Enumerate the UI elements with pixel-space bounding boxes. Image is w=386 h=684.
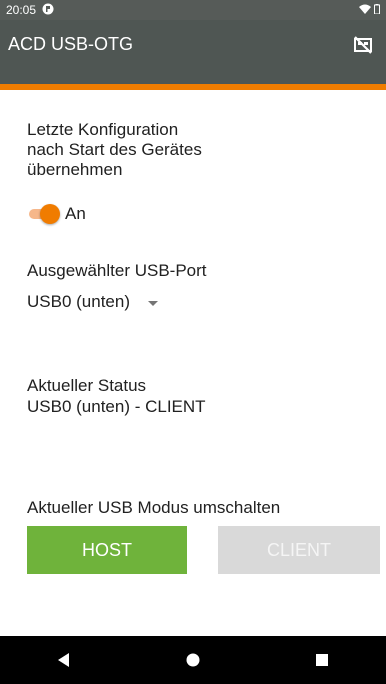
- wifi-icon: [359, 3, 371, 17]
- back-icon[interactable]: [44, 640, 84, 680]
- recents-icon[interactable]: [302, 640, 342, 680]
- status-heading: Aktueller Status: [27, 376, 147, 395]
- toggle-thumb: [40, 204, 60, 224]
- status-bar-right: [359, 3, 380, 17]
- dnd-circle-icon: [42, 3, 54, 18]
- toggle-switch[interactable]: [27, 204, 60, 224]
- mode-heading: Aktueller USB Modus umschalten: [27, 498, 281, 517]
- navigation-bar: [0, 636, 386, 684]
- autostart-toggle[interactable]: An: [27, 202, 86, 226]
- home-icon[interactable]: [173, 640, 213, 680]
- app-bar: ACD USB-OTG: [0, 20, 386, 84]
- autostart-label-line-1: Letzte Konfiguration: [27, 120, 179, 139]
- autostart-label-line-3: übernehmen: [27, 160, 123, 179]
- port-select-value: USB0 (unten): [27, 292, 130, 311]
- status-value: USB0 (unten) - CLIENT: [27, 397, 206, 416]
- dropdown-arrow-icon: [148, 292, 158, 312]
- status-time: 20:05: [6, 3, 37, 17]
- app-title: ACD USB-OTG: [8, 34, 134, 54]
- status-bar: 20:05: [0, 0, 386, 20]
- port-heading: Ausgewählter USB-Port: [27, 261, 207, 280]
- app-bar-accent-line: [0, 84, 386, 90]
- autostart-label: Letzte Konfiguration nach Start des Gerä…: [27, 120, 202, 180]
- usb-off-icon[interactable]: [350, 32, 376, 58]
- port-select[interactable]: USB0 (unten): [27, 290, 158, 314]
- status-bar-left: 20:05: [6, 3, 54, 18]
- toggle-state-label: An: [65, 204, 86, 223]
- client-button[interactable]: CLIENT: [218, 526, 380, 574]
- host-button[interactable]: HOST: [27, 526, 187, 574]
- autostart-label-line-2: nach Start des Gerätes: [27, 140, 202, 159]
- battery-icon: [374, 3, 380, 17]
